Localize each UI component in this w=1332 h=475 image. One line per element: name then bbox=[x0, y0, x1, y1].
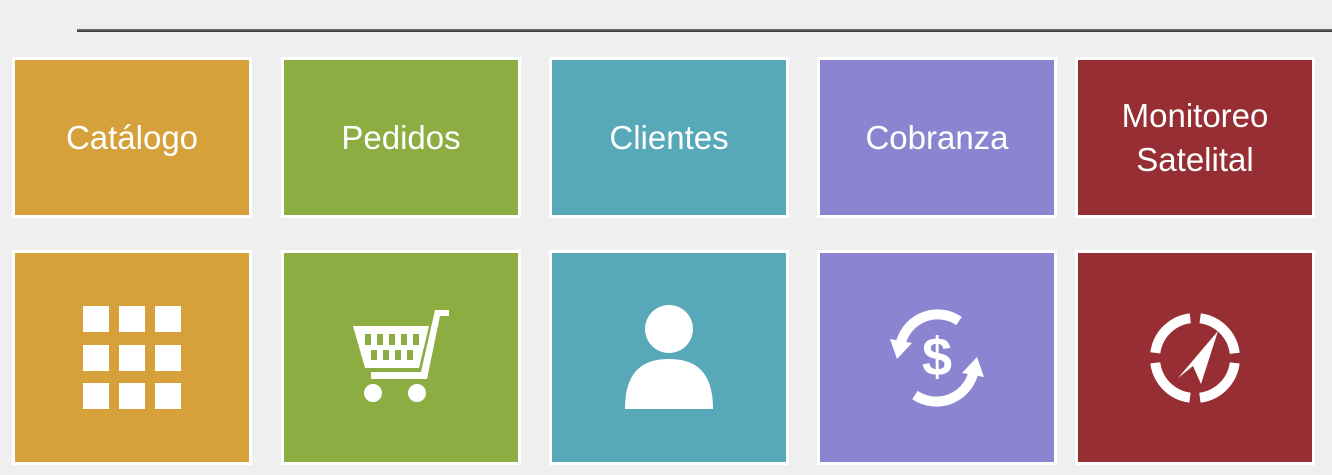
pedidos-icon-tile[interactable] bbox=[281, 250, 521, 465]
clientes-icon-tile[interactable] bbox=[549, 250, 789, 465]
cobranza-label: Cobranza bbox=[865, 118, 1009, 156]
user-icon bbox=[625, 304, 713, 409]
clientes-label: Clientes bbox=[609, 118, 729, 156]
catalogo-label: Catálogo bbox=[65, 118, 199, 156]
cobranza-icon-tile[interactable]: $ bbox=[817, 250, 1057, 465]
monitoreo-satelital-label: Monitoreo Satelital bbox=[1121, 96, 1269, 178]
top-divider bbox=[77, 29, 1332, 32]
clientes-label-tile[interactable]: Clientes bbox=[549, 57, 789, 218]
grid-icon bbox=[83, 305, 181, 409]
compass-icon bbox=[1150, 312, 1240, 403]
pedidos-label-tile[interactable]: Pedidos bbox=[281, 57, 521, 218]
pedidos-label: Pedidos bbox=[341, 118, 461, 156]
monitoreo-satelital-label-tile[interactable]: Monitoreo Satelital bbox=[1075, 57, 1315, 218]
catalogo-icon-tile[interactable] bbox=[12, 250, 252, 465]
shopping-cart-icon bbox=[353, 309, 449, 402]
cobranza-label-tile[interactable]: Cobranza bbox=[817, 57, 1057, 218]
dollar-cycle-icon: $ bbox=[890, 308, 984, 407]
svg-text:$: $ bbox=[922, 327, 952, 387]
monitoreo-satelital-icon-tile[interactable] bbox=[1075, 250, 1315, 465]
catalogo-label-tile[interactable]: Catálogo bbox=[12, 57, 252, 218]
